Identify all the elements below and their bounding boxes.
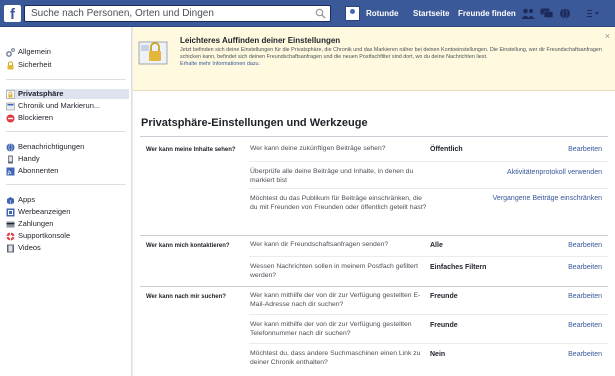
settings-row: Wer kann nach mir suchen? Wer kann mithi… [140,292,608,312]
privacy-lock-icon [6,90,15,99]
row-divider [249,161,608,162]
top-navigation-bar: f Rotunde Startseite Freunde finden [0,0,615,27]
sidebar-item-videos[interactable]: Videos [6,243,129,253]
sidebar-item-support[interactable]: Supportkonsole [6,231,129,241]
setting-question: Möchtest du, dass andere Suchmaschinen e… [250,350,421,366]
page-title: Privatsphäre-Einstellungen und Werkzeuge [141,117,368,129]
search-icon[interactable] [315,8,326,19]
edit-setting-link[interactable]: Bearbeiten [568,242,602,249]
settings-row: Wer kann mich kontaktieren? Wer kann dir… [140,241,608,257]
settings-row: Wer kann meine Inhalte sehen? Wer kann d… [140,145,608,165]
settings-row: Möchtest du, dass andere Suchmaschinen e… [140,350,608,370]
timeline-icon [6,102,15,111]
settings-notice-banner: Leichteres Auffinden deiner Einstellunge… [133,27,615,91]
setting-question: Wessen Nachrichten sollen in meinem Post… [250,263,418,279]
sidebar-item-blocking[interactable]: Blockieren [6,113,129,123]
setting-question: Wer kann mithilfe der von dir zur Verfüg… [250,321,412,337]
settings-row: Wer kann mithilfe der von dir zur Verfüg… [140,321,608,341]
section-category-label: Wer kann nach mir suchen? [146,294,226,300]
sidebar-divider [6,131,126,132]
sidebar-item-payments[interactable]: Zahlungen [6,219,129,229]
setting-question: Wer kann dir Freundschaftsanfragen sende… [250,241,389,248]
setting-value: Alle [430,242,443,249]
title-divider [140,136,608,137]
nav-find-friends-link[interactable]: Freunde finden [458,0,516,27]
settings-row: Überprüfe alle deine Beiträge und Inhalt… [140,168,608,188]
settings-row: Wessen Nachrichten sollen in meinem Post… [140,263,608,283]
notice-body: Jetzt befinden sich deine Einstellungen … [180,47,602,67]
row-divider [249,188,608,189]
row-divider [249,343,608,344]
sidebar-item-mobile[interactable]: Handy [6,154,129,164]
messages-icon[interactable] [540,8,554,19]
edit-setting-link[interactable]: Bearbeiten [568,322,602,329]
sidebar-item-apps[interactable]: Apps [6,195,129,205]
profile-avatar[interactable] [345,6,360,21]
notice-title: Leichteres Auffinden deiner Einstellunge… [180,36,341,45]
sidebar-item-followers[interactable]: Abonnenten [6,166,129,176]
setting-value: Freunde [430,293,458,300]
search-input[interactable] [25,6,315,21]
settings-menu-icon[interactable] [586,8,600,19]
search-box [24,5,331,22]
section-divider [140,235,608,236]
lifebuoy-icon [6,232,15,241]
mobile-icon [8,155,13,164]
settings-row: Möchtest du das Publikum für Beiträge ei… [140,195,608,230]
settings-sidebar: Allgemein Sicherheit Privatsphäre Chroni… [0,27,132,376]
setting-value: Öffentlich [430,146,463,153]
facebook-logo[interactable]: f [4,5,21,22]
settings-main-content: Leichteres Auffinden deiner Einstellunge… [133,27,615,376]
settings-lock-illustration-icon [138,41,168,65]
block-icon [6,114,15,123]
setting-value: Nein [430,351,446,358]
film-icon [7,244,14,253]
sidebar-item-timeline-tagging[interactable]: Chronik und Markierun... [6,101,129,111]
setting-question: Überprüfe alle deine Beiträge und Inhalt… [250,168,414,184]
notice-more-info-link[interactable]: Erhalte mehr Informationen dazu. [180,61,260,67]
sidebar-item-ads[interactable]: Werbeanzeigen [6,207,129,217]
section-category-label: Wer kann meine Inhalte sehen? [146,147,236,153]
edit-setting-link[interactable]: Bearbeiten [568,351,602,358]
sidebar-divider [6,79,126,80]
nav-home-link[interactable]: Startseite [413,0,449,27]
friend-requests-icon[interactable] [521,8,535,19]
setting-value: Freunde [430,322,458,329]
nav-profile-link[interactable]: Rotunde [366,0,398,27]
section-category-label: Wer kann mich kontaktieren? [146,243,230,249]
edit-setting-link[interactable]: Bearbeiten [568,146,602,153]
ads-icon [6,208,15,217]
globe-icon [6,143,15,152]
limit-past-posts-link[interactable]: Vergangene Beiträge einschränken [493,195,602,202]
gear-icon [6,48,15,57]
activity-log-link[interactable]: Aktivitätenprotokoll verwenden [507,169,602,176]
section-divider [140,286,608,287]
rss-icon [6,167,15,176]
lock-icon [7,61,14,70]
edit-setting-link[interactable]: Bearbeiten [568,264,602,271]
sidebar-item-general[interactable]: Allgemein [6,47,129,57]
notifications-globe-icon[interactable] [558,8,572,19]
close-icon[interactable]: × [605,31,610,41]
card-icon [6,221,15,228]
sidebar-item-notifications[interactable]: Benachrichtigungen [6,142,129,152]
setting-question: Wer kann deine zukünftigen Beiträge sehe… [250,145,386,152]
row-divider [249,314,608,315]
setting-question: Wer kann mithilfe der von dir zur Verfüg… [250,292,421,308]
row-divider [249,256,608,257]
apps-icon [7,197,14,205]
setting-question: Möchtest du das Publikum für Beiträge ei… [250,195,427,211]
setting-value: Einfaches Filtern [430,264,487,271]
sidebar-item-security[interactable]: Sicherheit [6,60,129,70]
sidebar-item-privacy[interactable]: Privatsphäre [6,89,129,99]
sidebar-divider [6,184,126,185]
edit-setting-link[interactable]: Bearbeiten [568,293,602,300]
